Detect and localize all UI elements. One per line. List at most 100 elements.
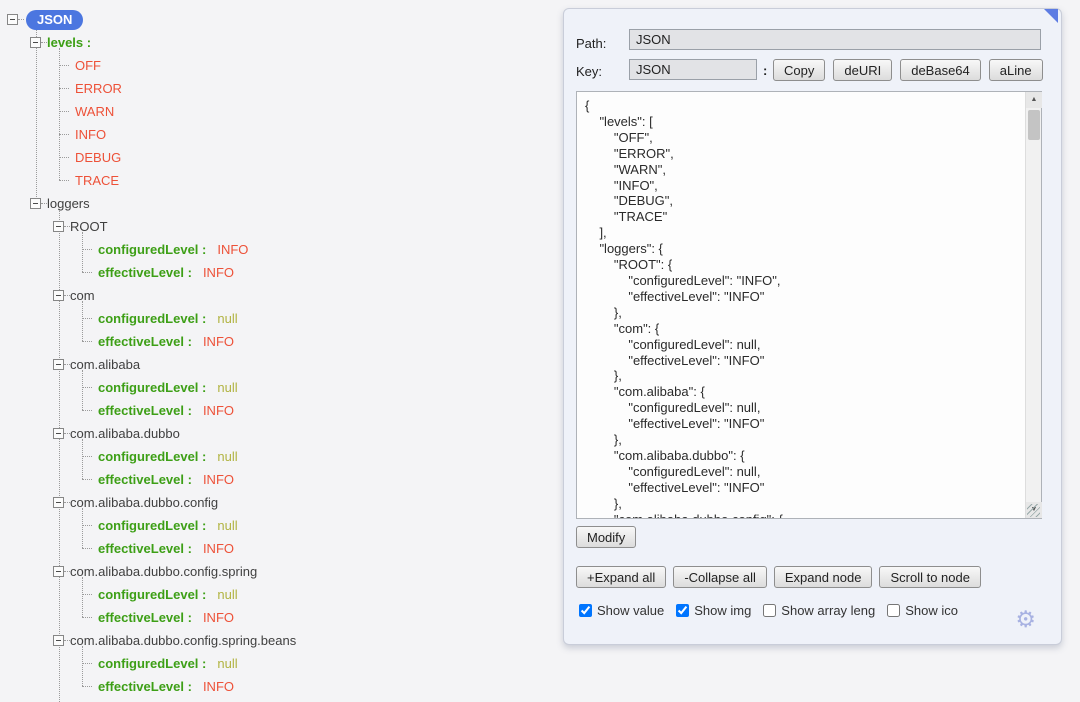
tree-node[interactable]: effectiveLevel :INFO bbox=[98, 606, 234, 629]
tree-root-node-label: JSON bbox=[26, 10, 83, 30]
tree-node-value: null bbox=[217, 311, 237, 326]
tree-node-value: INFO bbox=[203, 265, 234, 280]
collapse-toggle-icon[interactable] bbox=[30, 37, 41, 48]
tree-node-label: effectiveLevel : bbox=[98, 610, 192, 625]
tree-line bbox=[82, 646, 83, 686]
tree-node[interactable]: configuredLevel :null bbox=[98, 583, 238, 606]
tree-node[interactable]: effectiveLevel : INFO bbox=[98, 261, 234, 284]
tree-node-value: INFO bbox=[203, 334, 234, 349]
tree-node[interactable]: loggers bbox=[30, 192, 90, 215]
tree-line bbox=[18, 19, 24, 20]
collapse-all-button[interactable]: -Collapse all bbox=[673, 566, 767, 588]
tree-line bbox=[59, 134, 69, 135]
tree-node-label: com.alibaba.dubbo bbox=[70, 426, 180, 441]
tree-node[interactable]: com.alibaba.dubbo bbox=[53, 422, 180, 445]
show-value-checkbox[interactable] bbox=[579, 604, 592, 617]
gear-icon[interactable]: ⚙ bbox=[1015, 608, 1036, 631]
aline-button[interactable]: aLine bbox=[989, 59, 1043, 81]
tree-node[interactable]: effectiveLevel : INFO bbox=[98, 330, 234, 353]
tree-node-label: TRACE bbox=[75, 173, 119, 188]
tree-node[interactable]: configuredLevel :INFO bbox=[98, 238, 248, 261]
tree-node-label: OFF bbox=[75, 58, 101, 73]
key-input[interactable] bbox=[629, 59, 757, 80]
tree-node-label: configuredLevel : bbox=[98, 242, 206, 257]
show-ico-checkbox[interactable] bbox=[887, 604, 900, 617]
tree-node-value: INFO bbox=[203, 472, 234, 487]
tree-line bbox=[82, 686, 92, 687]
scroll-up-icon[interactable]: ▲ bbox=[1026, 92, 1042, 108]
tree-node[interactable]: configuredLevel :null bbox=[98, 652, 238, 675]
tree-line bbox=[59, 111, 69, 112]
expand-node-button[interactable]: Expand node bbox=[774, 566, 873, 588]
tree-node-label: ROOT bbox=[70, 219, 108, 234]
deuri-button[interactable]: deURI bbox=[833, 59, 892, 81]
debase64-button[interactable]: deBase64 bbox=[900, 59, 981, 81]
tree-line bbox=[59, 65, 69, 66]
collapse-toggle-icon[interactable] bbox=[53, 428, 64, 439]
tree-line bbox=[82, 525, 92, 526]
tree-node-value: INFO bbox=[203, 403, 234, 418]
resize-grip-icon[interactable] bbox=[1027, 504, 1040, 517]
tree-line bbox=[82, 410, 92, 411]
show-img-checkbox[interactable] bbox=[676, 604, 689, 617]
collapse-toggle-icon[interactable] bbox=[53, 566, 64, 577]
tree-node[interactable]: com.alibaba bbox=[53, 353, 140, 376]
tree-node[interactable]: effectiveLevel :INFO bbox=[98, 675, 234, 698]
collapse-toggle-icon[interactable] bbox=[53, 290, 64, 301]
tree-node[interactable]: com.alibaba.dubbo.config bbox=[53, 491, 218, 514]
tree-node[interactable]: configuredLevel :null bbox=[98, 514, 238, 537]
tree-node[interactable]: ERROR bbox=[75, 77, 122, 100]
tree-node[interactable]: ROOT bbox=[53, 215, 108, 238]
tree-node[interactable]: TRACE bbox=[75, 169, 119, 192]
show-array-leng-checkbox[interactable] bbox=[763, 604, 776, 617]
tree-node-label: effectiveLevel : bbox=[98, 541, 192, 556]
tree-node-label: com.alibaba.dubbo.config bbox=[70, 495, 218, 510]
scrollbar-thumb[interactable] bbox=[1028, 110, 1040, 140]
tree-node-label: effectiveLevel : bbox=[98, 334, 192, 349]
tree-node-label: effectiveLevel : bbox=[98, 265, 192, 280]
collapse-toggle-icon[interactable] bbox=[53, 221, 64, 232]
editor-scrollbar[interactable]: ▲ ▼ bbox=[1025, 92, 1041, 518]
tree-node-label: configuredLevel : bbox=[98, 449, 206, 464]
collapse-toggle-icon[interactable] bbox=[7, 14, 18, 25]
tree-node[interactable]: com.alibaba.dubbo.config.spring bbox=[53, 560, 257, 583]
tree-line bbox=[82, 232, 83, 272]
tree-line bbox=[82, 479, 92, 480]
tree-node-label: configuredLevel : bbox=[98, 311, 206, 326]
corner-fold-icon bbox=[1044, 9, 1058, 23]
collapse-toggle-icon[interactable] bbox=[53, 635, 64, 646]
collapse-toggle-icon[interactable] bbox=[53, 497, 64, 508]
json-tree: JSONlevels :OFFERRORWARNINFODEBUGTRACElo… bbox=[0, 0, 560, 702]
tree-node[interactable]: configuredLevel : null bbox=[98, 307, 238, 330]
tree-node[interactable]: WARN bbox=[75, 100, 114, 123]
copy-button[interactable]: Copy bbox=[773, 59, 825, 81]
tree-node-label: WARN bbox=[75, 104, 114, 119]
tree-node[interactable]: INFO bbox=[75, 123, 106, 146]
tree-node[interactable]: effectiveLevel : INFO bbox=[98, 399, 234, 422]
tree-node[interactable]: effectiveLevel : INFO bbox=[98, 537, 234, 560]
tree-node[interactable]: effectiveLevel :INFO bbox=[98, 468, 234, 491]
tree-node-label: com bbox=[70, 288, 95, 303]
json-editor-textarea[interactable]: { "levels": [ "OFF", "ERROR", "WARN", "I… bbox=[577, 92, 1026, 518]
tree-node[interactable]: com bbox=[53, 284, 95, 307]
tree-node-value: INFO bbox=[203, 541, 234, 556]
tree-node-label: effectiveLevel : bbox=[98, 403, 192, 418]
tree-node[interactable]: levels : bbox=[30, 31, 91, 54]
collapse-toggle-icon[interactable] bbox=[53, 359, 64, 370]
tree-node[interactable]: OFF bbox=[75, 54, 101, 77]
path-input[interactable] bbox=[629, 29, 1041, 50]
tree-node[interactable]: configuredLevel :null bbox=[98, 376, 238, 399]
key-label: Key: bbox=[576, 64, 602, 79]
scroll-to-node-button[interactable]: Scroll to node bbox=[879, 566, 981, 588]
tree-line bbox=[82, 663, 92, 664]
tree-node[interactable]: DEBUG bbox=[75, 146, 121, 169]
modify-button[interactable]: Modify bbox=[576, 526, 636, 548]
expand-all-button[interactable]: +Expand all bbox=[576, 566, 666, 588]
tree-line bbox=[82, 617, 92, 618]
tree-node[interactable]: configuredLevel :null bbox=[98, 445, 238, 468]
json-inspector-panel: Path: Key: : Copy deURI deBase64 aLine {… bbox=[563, 8, 1062, 645]
tree-node[interactable]: JSON bbox=[7, 8, 83, 31]
tree-node[interactable]: com.alibaba.dubbo.config.spring.beans bbox=[53, 629, 296, 652]
collapse-toggle-icon[interactable] bbox=[30, 198, 41, 209]
show-value-label: Show value bbox=[597, 603, 664, 618]
